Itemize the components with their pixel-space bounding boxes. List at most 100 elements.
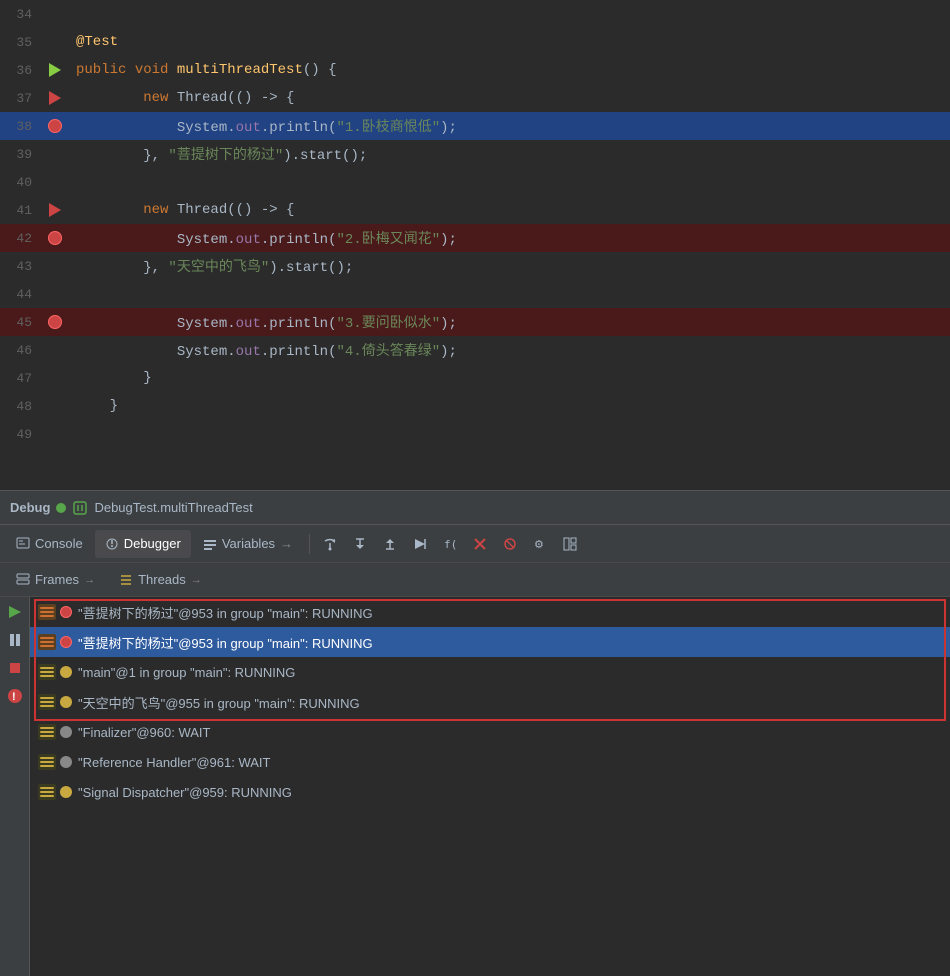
line-num-43: 43	[0, 259, 42, 274]
evaluate-icon: f(x)	[442, 536, 458, 552]
breakpoint-icon-42[interactable]	[48, 231, 62, 245]
thread-stack-icon-6	[38, 754, 56, 770]
code-line-44: 44	[0, 280, 950, 308]
breakpoint-icon-45[interactable]	[48, 315, 62, 329]
thread-stack-icon-2	[38, 634, 56, 650]
frames-icon	[16, 573, 30, 587]
debug-toolbar: Console Debugger Variables →	[0, 525, 950, 563]
tab-debugger[interactable]: Debugger	[95, 530, 191, 558]
code-editor: 34 35 @Test 36 public void multiThreadTe…	[0, 0, 950, 490]
thread-dot-3	[60, 666, 72, 678]
arrow-green-icon	[49, 63, 61, 77]
thread-dot-7	[60, 786, 72, 798]
thread-item-2[interactable]: "菩提树下的杨过"@953 in group "main": RUNNING	[30, 627, 950, 657]
stop-icon	[472, 536, 488, 552]
tab-variables[interactable]: Variables →	[193, 530, 303, 558]
stop-side-btn[interactable]	[4, 657, 26, 679]
line-num-40: 40	[0, 175, 42, 190]
tab-frames[interactable]: Frames →	[6, 567, 105, 593]
thread-item-3[interactable]: "main"@1 in group "main": RUNNING	[30, 657, 950, 687]
tab-threads[interactable]: Threads →	[109, 567, 212, 593]
thread-dot-6	[60, 756, 72, 768]
code-line-41: 41 new Thread(() -> {	[0, 196, 950, 224]
step-into-btn[interactable]	[346, 530, 374, 558]
thread-item-6[interactable]: "Reference Handler"@961: WAIT	[30, 747, 950, 777]
variables-icon	[203, 537, 217, 551]
code-content-38: System.out.println("1.卧枝商恨低");	[68, 116, 950, 136]
evaluate-btn[interactable]: f(x)	[436, 530, 464, 558]
mute-breakpoints-icon	[502, 536, 518, 552]
thread-item-7[interactable]: "Signal Dispatcher"@959: RUNNING	[30, 777, 950, 807]
code-content-41: new Thread(() -> {	[68, 202, 950, 218]
mute-breakpoints-btn[interactable]	[496, 530, 524, 558]
line-num-35: 35	[0, 35, 42, 50]
breakpoint-badge-2	[60, 636, 72, 648]
green-status-dot	[56, 503, 66, 513]
thread-text-5: "Finalizer"@960: WAIT	[78, 725, 210, 740]
run-to-cursor-btn[interactable]	[406, 530, 434, 558]
line-num-49: 49	[0, 427, 42, 442]
line-num-41: 41	[0, 203, 42, 218]
variables-arrow: →	[280, 536, 293, 551]
code-line-45: 45 System.out.println("3.要问卧似水");	[0, 308, 950, 336]
step-out-icon	[382, 536, 398, 552]
step-over-btn[interactable]	[316, 530, 344, 558]
code-line-49: 49	[0, 420, 950, 448]
debugger-icon	[105, 537, 119, 551]
code-line-40: 40	[0, 168, 950, 196]
threads-arrow: →	[191, 574, 202, 586]
app-window: 34 35 @Test 36 public void multiThreadTe…	[0, 0, 950, 976]
line-num-34: 34	[0, 7, 42, 22]
resume-icon	[6, 603, 24, 621]
frames-tab-label: Frames	[35, 572, 79, 587]
thread-dot-4	[60, 696, 72, 708]
code-content-46: System.out.println("4.倚头答春绿");	[68, 340, 950, 360]
code-content-35: @Test	[68, 34, 950, 50]
tab-console[interactable]: Console	[6, 530, 93, 558]
debug-panel: Debug DebugTest.multiThreadTest Console	[0, 490, 950, 976]
pause-side-btn[interactable]	[4, 629, 26, 651]
threads-sub-tab-label: Threads	[138, 572, 186, 587]
code-content-37: new Thread(() -> {	[68, 90, 950, 106]
gutter-45	[42, 315, 68, 329]
line-num-42: 42	[0, 231, 42, 246]
thread-text-7: "Signal Dispatcher"@959: RUNNING	[78, 785, 292, 800]
settings-btn[interactable]: ⚙	[526, 530, 554, 558]
error-icon: !	[6, 687, 24, 705]
code-content-45: System.out.println("3.要问卧似水");	[68, 312, 950, 332]
thread-stack-icon-1	[38, 604, 56, 620]
thread-icon-group-3	[38, 664, 72, 680]
arrow-red-icon-41	[49, 203, 61, 217]
thread-item-5[interactable]: "Finalizer"@960: WAIT	[30, 717, 950, 747]
thread-text-3: "main"@1 in group "main": RUNNING	[78, 665, 295, 680]
thread-icon-group-1	[38, 604, 72, 620]
code-content-39: }, "菩提树下的杨过").start();	[68, 144, 950, 164]
gutter-37	[42, 91, 68, 105]
thread-stack-icon-5	[38, 724, 56, 740]
debug-label: Debug	[10, 500, 50, 515]
breakpoint-icon-38[interactable]	[48, 119, 62, 133]
thread-stack-icon-3	[38, 664, 56, 680]
debug-title-bar: Debug DebugTest.multiThreadTest	[0, 491, 950, 525]
code-line-38: 38 System.out.println("1.卧枝商恨低");	[0, 112, 950, 140]
line-num-47: 47	[0, 371, 42, 386]
gutter-38	[42, 119, 68, 133]
thread-item-1[interactable]: "菩提树下的杨过"@953 in group "main": RUNNING	[30, 597, 950, 627]
layout-icon	[562, 536, 578, 552]
step-out-btn[interactable]	[376, 530, 404, 558]
code-content-42: System.out.println("2.卧梅又闻花");	[68, 228, 950, 248]
thread-icon-group-7	[38, 784, 72, 800]
resume-side-btn[interactable]	[4, 601, 26, 623]
stop-btn[interactable]	[466, 530, 494, 558]
thread-text-4: "天空中的飞鸟"@955 in group "main": RUNNING	[78, 693, 360, 712]
settings-icon: ⚙	[532, 536, 548, 552]
threads-sub-icon	[119, 573, 133, 587]
debug-session-name: DebugTest.multiThreadTest	[94, 500, 252, 515]
thread-icon-group-5	[38, 724, 72, 740]
layout-btn[interactable]	[556, 530, 584, 558]
thread-item-4[interactable]: "天空中的飞鸟"@955 in group "main": RUNNING	[30, 687, 950, 717]
line-num-38: 38	[0, 119, 42, 134]
console-tab-label: Console	[35, 536, 83, 551]
thread-icon-group-4	[38, 694, 72, 710]
console-icon	[16, 537, 30, 551]
